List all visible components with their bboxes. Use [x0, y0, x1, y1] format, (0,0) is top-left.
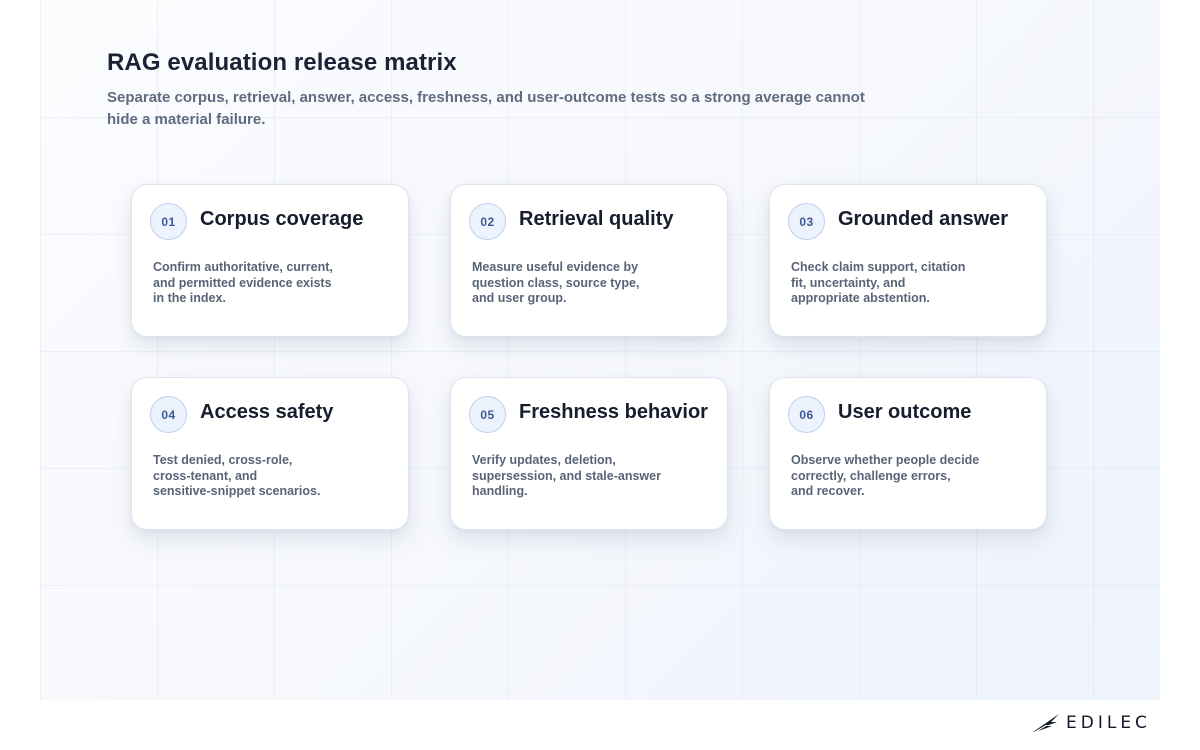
description-line: Observe whether people decide: [791, 453, 980, 467]
brand-logo: EDILEC: [1032, 712, 1151, 734]
card-description: Measure useful evidence by question clas…: [472, 260, 712, 307]
card-corpus-coverage: 01 Corpus coverage Confirm authoritative…: [131, 184, 409, 337]
description-line: cross-tenant, and: [153, 468, 258, 483]
page-subtitle: Separate corpus, retrieval, answer, acce…: [107, 87, 927, 131]
card-description: Confirm authoritative, current, and perm…: [153, 260, 393, 307]
edilec-wing-icon: [1033, 714, 1059, 733]
card-freshness-behavior: 05 Freshness behavior Verify updates, de…: [450, 377, 728, 530]
card-user-outcome: 06 User outcome Observe whether people d…: [769, 377, 1047, 530]
grid-line: [1093, 0, 1094, 700]
description-line: fit, uncertainty, and: [791, 275, 906, 290]
card-title: Freshness behavior: [519, 401, 708, 423]
grid-line: [976, 0, 977, 700]
description-line: appropriate abstention.: [791, 291, 930, 305]
description-line: and recover.: [791, 484, 865, 498]
step-number-badge: 01: [150, 203, 187, 240]
card-description: Verify updates, deletion, supersession, …: [472, 453, 712, 500]
description-line: supersession, and stale-answer: [472, 468, 661, 483]
subtitle-line: Separate corpus, retrieval, answer, acce…: [107, 89, 865, 106]
card-grounded-answer: 03 Grounded answer Check claim support, …: [769, 184, 1047, 337]
card-title: Corpus coverage: [200, 208, 364, 230]
description-line: handling.: [472, 484, 528, 498]
grid-line: [40, 585, 1160, 586]
step-number-badge: 03: [788, 203, 825, 240]
card-access-safety: 04 Access safety Test denied, cross-role…: [131, 377, 409, 530]
description-line: correctly, challenge errors,: [791, 468, 951, 483]
card-description: Check claim support, citation fit, uncer…: [791, 260, 1031, 307]
description-line: Verify updates, deletion,: [472, 453, 616, 467]
card-description: Observe whether people decide correctly,…: [791, 453, 1031, 500]
step-number-badge: 06: [788, 396, 825, 433]
card-title: Grounded answer: [838, 208, 1009, 230]
description-line: and user group.: [472, 291, 567, 305]
description-line: sensitive-snippet scenarios.: [153, 484, 321, 498]
card-retrieval-quality: 02 Retrieval quality Measure useful evid…: [450, 184, 728, 337]
card-title: User outcome: [838, 401, 972, 423]
step-number-badge: 05: [469, 396, 506, 433]
description-line: Confirm authoritative, current,: [153, 260, 333, 274]
description-line: in the index.: [153, 291, 226, 305]
description-line: Check claim support, citation: [791, 260, 966, 274]
page-title: RAG evaluation release matrix: [107, 49, 457, 76]
card-title: Retrieval quality: [519, 208, 674, 230]
description-line: Measure useful evidence by: [472, 260, 639, 274]
subtitle-line: hide a material failure.: [107, 111, 266, 128]
card-title: Access safety: [200, 401, 334, 423]
brand-wordmark: EDILEC: [1066, 713, 1151, 733]
description-line: Test denied, cross-role,: [153, 453, 293, 467]
description-line: question class, source type,: [472, 275, 640, 290]
description-line: and permitted evidence exists: [153, 275, 332, 290]
card-description: Test denied, cross-role, cross-tenant, a…: [153, 453, 393, 500]
grid-line: [40, 351, 1160, 352]
grid-line: [40, 0, 41, 700]
step-number-badge: 02: [469, 203, 506, 240]
step-number-badge: 04: [150, 396, 187, 433]
